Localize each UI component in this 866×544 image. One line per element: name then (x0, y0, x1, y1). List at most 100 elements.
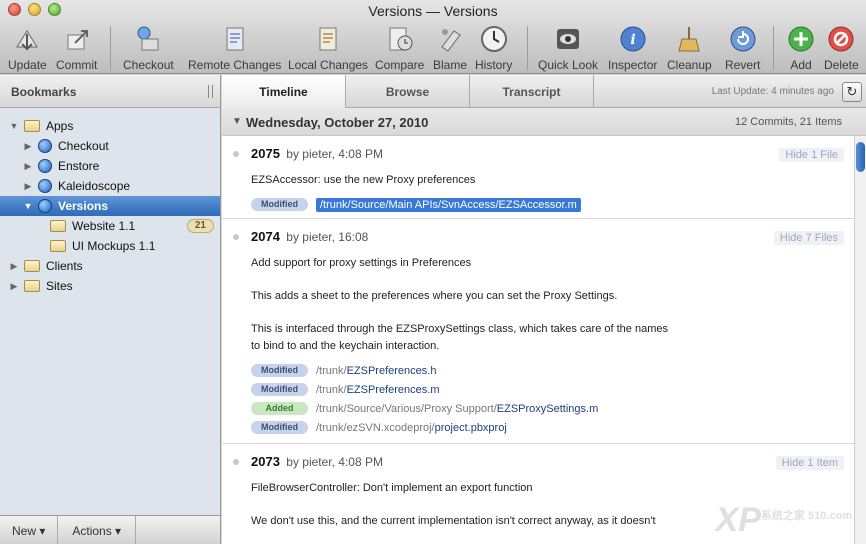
commit-button[interactable]: Commit (56, 24, 97, 72)
commit-header: 2075 by pieter, 4:08 PM (251, 146, 866, 161)
cleanup-button[interactable]: Cleanup (667, 24, 712, 72)
svg-text:i: i (630, 32, 635, 48)
tree-item-sites[interactable]: ▶ Sites (0, 276, 220, 296)
checkout-button[interactable]: Checkout (123, 24, 174, 72)
window-titlebar: Versions — Versions Update Commit Checko… (0, 0, 866, 74)
day-title: Wednesday, October 27, 2010 (246, 115, 429, 130)
tab-browse[interactable]: Browse (346, 75, 470, 108)
inspector-icon: i (618, 24, 648, 54)
disclosure-triangle-open-icon[interactable]: ▼ (22, 200, 34, 212)
tree-item-ui-mockups[interactable]: UI Mockups 1.1 (0, 236, 220, 256)
changed-files: Modified /trunk/EZSPreferences.h Modifie… (251, 361, 866, 437)
changed-files: Modified /trunk/Source/Main APIs/SvnAcce… (251, 195, 866, 214)
repository-icon (38, 179, 52, 193)
checkout-icon (133, 24, 163, 54)
timeline-dot (233, 459, 239, 465)
folder-icon (24, 280, 40, 292)
refresh-button[interactable]: ↻ (842, 82, 862, 102)
changed-file-row[interactable]: Added /trunk/Source/Various/Proxy Suppor… (251, 399, 866, 418)
view-tabs: Timeline Browse Transcript Last Update: … (222, 75, 866, 108)
actions-menu-button[interactable]: Actions ▾ (58, 516, 137, 544)
commit-entry[interactable]: 2074 by pieter, 16:08 Hide 7 Files Add s… (222, 219, 866, 444)
commit-header: 2073 by pieter, 4:08 PM (251, 454, 866, 469)
disclosure-triangle-closed-icon[interactable]: ▶ (8, 260, 20, 272)
hide-files-button[interactable]: Hide 1 File (779, 148, 844, 162)
disclosure-triangle-closed-icon[interactable]: ▶ (22, 140, 34, 152)
update-button[interactable]: Update (8, 24, 47, 72)
tab-transcript[interactable]: Transcript (470, 75, 594, 108)
tree-item-versions[interactable]: ▼ Versions (0, 196, 220, 216)
remote-changes-icon (220, 24, 250, 54)
status-badge: Modified (251, 198, 308, 211)
disclosure-triangle-open-icon[interactable]: ▼ (232, 116, 242, 127)
status-badge: Modified (251, 383, 308, 396)
disclosure-triangle-closed-icon[interactable]: ▶ (22, 180, 34, 192)
tree-item-clients[interactable]: ▶ Clients (0, 256, 220, 276)
quick-look-icon (553, 24, 583, 54)
timeline-list: 2075 by pieter, 4:08 PM Hide 1 File EZSA… (222, 136, 866, 544)
revert-button[interactable]: Revert (725, 24, 760, 72)
refresh-icon: ↻ (846, 84, 858, 99)
tree-item-apps[interactable]: ▼ Apps (0, 116, 220, 136)
changed-file-row[interactable]: Modified /trunk/EZSPreferences.m (251, 380, 866, 399)
toolbar-separator (773, 26, 774, 70)
status-badge: Added (251, 402, 308, 415)
changed-file-row[interactable]: Modified /trunk/ezSVN.xcodeproj/project.… (251, 418, 866, 437)
watermark-logo: XP系统之家 510.com (715, 501, 852, 539)
sidebar-footer: New ▾ Actions ▾ (0, 515, 220, 544)
commit-revision: 2074 (251, 229, 280, 244)
tree-item-website[interactable]: Website 1.1 21 (0, 216, 220, 236)
repository-icon (38, 159, 52, 173)
toolbar-separator (110, 26, 111, 70)
timeline-dot (233, 151, 239, 157)
compare-icon (385, 24, 415, 54)
vertical-scrollbar[interactable] (854, 136, 866, 544)
day-group-header[interactable]: ▼ Wednesday, October 27, 2010 12 Commits… (222, 108, 866, 136)
commit-icon (62, 24, 92, 54)
hide-files-button[interactable]: Hide 7 Files (773, 231, 844, 245)
disclosure-triangle-open-icon[interactable]: ▼ (8, 120, 20, 132)
changed-file-row[interactable]: Modified /trunk/EZSPreferences.h (251, 361, 866, 380)
remote-changes-button[interactable]: Remote Changes (188, 24, 281, 72)
local-changes-icon (313, 24, 343, 54)
delete-button[interactable]: Delete (824, 24, 859, 72)
tree-item-checkout[interactable]: ▶ Checkout (0, 136, 220, 156)
timeline-dot (233, 234, 239, 240)
bookmark-tree: ▼ Apps ▶ Checkout ▶ Enstore ▶ Kaleidosco… (0, 108, 220, 296)
change-count-badge: 21 (186, 219, 214, 233)
history-icon (479, 24, 509, 54)
sidebar-header: Bookmarks (0, 75, 220, 108)
revert-icon (728, 24, 758, 54)
commit-meta: by pieter, 16:08 (286, 230, 369, 244)
add-button[interactable]: Add (786, 24, 816, 72)
commit-message: EZSAccessor: use the new Proxy preferenc… (251, 174, 476, 186)
history-button[interactable]: History (475, 24, 512, 72)
disclosure-triangle-closed-icon[interactable]: ▶ (22, 160, 34, 172)
sidebar-resize-handle[interactable] (208, 85, 213, 98)
scrollbar-thumb[interactable] (856, 142, 865, 172)
status-badge: Modified (251, 364, 308, 377)
commit-meta: by pieter, 4:08 PM (286, 455, 383, 469)
folder-icon (24, 120, 40, 132)
tab-timeline[interactable]: Timeline (222, 75, 346, 108)
blame-button[interactable]: Blame (433, 24, 467, 72)
commit-meta: by pieter, 4:08 PM (286, 147, 383, 161)
hide-files-button[interactable]: Hide 1 Item (775, 456, 844, 470)
tree-item-enstore[interactable]: ▶ Enstore (0, 156, 220, 176)
sidebar: Bookmarks ▼ Apps ▶ Checkout ▶ Enstore ▶ … (0, 75, 221, 544)
commit-entry[interactable]: 2075 by pieter, 4:08 PM Hide 1 File EZSA… (222, 136, 866, 219)
last-update-label: Last Update: 4 minutes ago (711, 86, 834, 97)
disclosure-triangle-closed-icon[interactable]: ▶ (8, 280, 20, 292)
main-pane: Timeline Browse Transcript Last Update: … (222, 75, 866, 544)
tree-item-kaleidoscope[interactable]: ▶ Kaleidoscope (0, 176, 220, 196)
day-commit-count: 12 Commits, 21 Items (735, 116, 842, 128)
changed-file-row[interactable]: Modified /trunk/Source/Main APIs/SvnAcce… (251, 195, 866, 214)
quick-look-button[interactable]: Quick Look (538, 24, 598, 72)
folder-icon (50, 240, 66, 252)
compare-button[interactable]: Compare (375, 24, 424, 72)
new-menu-button[interactable]: New ▾ (0, 516, 59, 544)
inspector-button[interactable]: i Inspector (608, 24, 657, 72)
commit-revision: 2075 (251, 146, 280, 161)
blame-icon (435, 24, 465, 54)
local-changes-button[interactable]: Local Changes (288, 24, 368, 72)
